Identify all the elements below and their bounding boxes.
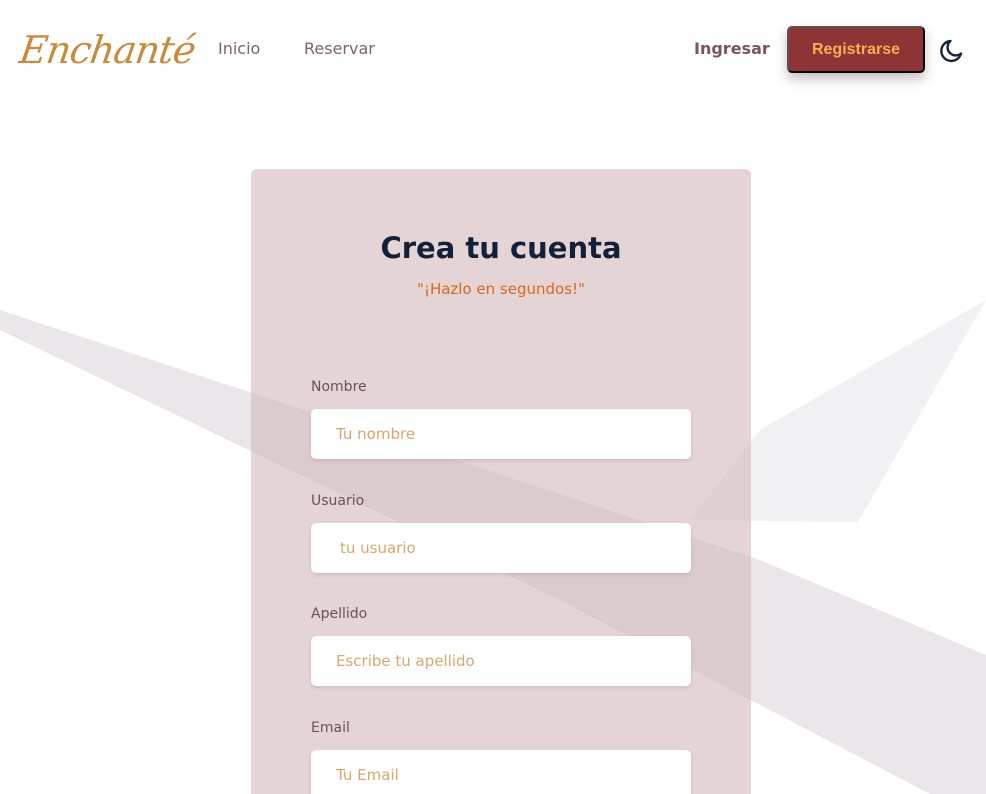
- login-button[interactable]: Ingresar: [694, 38, 770, 60]
- page-subtitle: "¡Hazlo en segundos!": [417, 280, 585, 298]
- page-title: Crea tu cuenta: [380, 231, 622, 265]
- usuario-input[interactable]: [311, 523, 691, 573]
- apellido-label: Apellido: [311, 606, 368, 622]
- apellido-input[interactable]: [311, 636, 691, 686]
- nav-link-inicio[interactable]: Inicio: [218, 38, 260, 60]
- nav-link-reservar[interactable]: Reservar: [304, 38, 375, 60]
- navbar: Enchanté Inicio Reservar Ingresar Regist…: [0, 0, 986, 100]
- register-card: Crea tu cuenta "¡Hazlo en segundos!" Nom…: [251, 169, 751, 794]
- usuario-label: Usuario: [311, 493, 365, 509]
- brand-logo-text: Enchanté: [16, 28, 198, 72]
- nombre-label: Nombre: [311, 379, 367, 395]
- moon-icon: [940, 39, 963, 63]
- nombre-input[interactable]: [311, 409, 691, 459]
- theme-toggle-button[interactable]: [938, 35, 968, 65]
- brand-logo[interactable]: Enchanté: [17, 18, 198, 82]
- email-label: Email: [311, 720, 350, 736]
- register-button[interactable]: Registrarse: [787, 26, 925, 73]
- email-input[interactable]: [311, 750, 691, 794]
